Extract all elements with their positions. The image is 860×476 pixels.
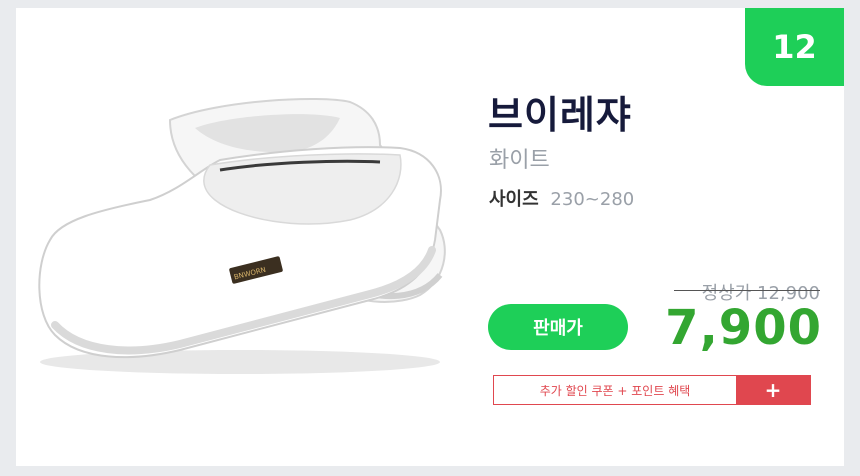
coupon-text: 추가 할인 쿠폰 + 포인트 혜택 xyxy=(539,383,691,398)
sale-button-label: 판매가 xyxy=(533,318,583,339)
size-row: 사이즈 230~280 xyxy=(489,185,634,211)
plus-icon[interactable]: + xyxy=(736,376,810,404)
front-shoe: BNWORN xyxy=(38,146,442,359)
product-color: 화이트 xyxy=(489,148,550,173)
rank-number: 12 xyxy=(772,28,817,66)
size-label: 사이즈 xyxy=(489,189,539,210)
sale-price: 7,900 xyxy=(665,300,822,356)
sale-price-button[interactable]: 판매가 xyxy=(488,304,628,350)
product-name: 브이레쟈 xyxy=(488,93,632,137)
coupon-button[interactable]: 추가 할인 쿠폰 + 포인트 혜택 + xyxy=(493,375,811,405)
price-strikethrough xyxy=(674,290,820,291)
product-image: BNWORN xyxy=(38,98,446,374)
size-value: 230~280 xyxy=(550,189,635,210)
rank-badge: 12 xyxy=(745,8,844,86)
